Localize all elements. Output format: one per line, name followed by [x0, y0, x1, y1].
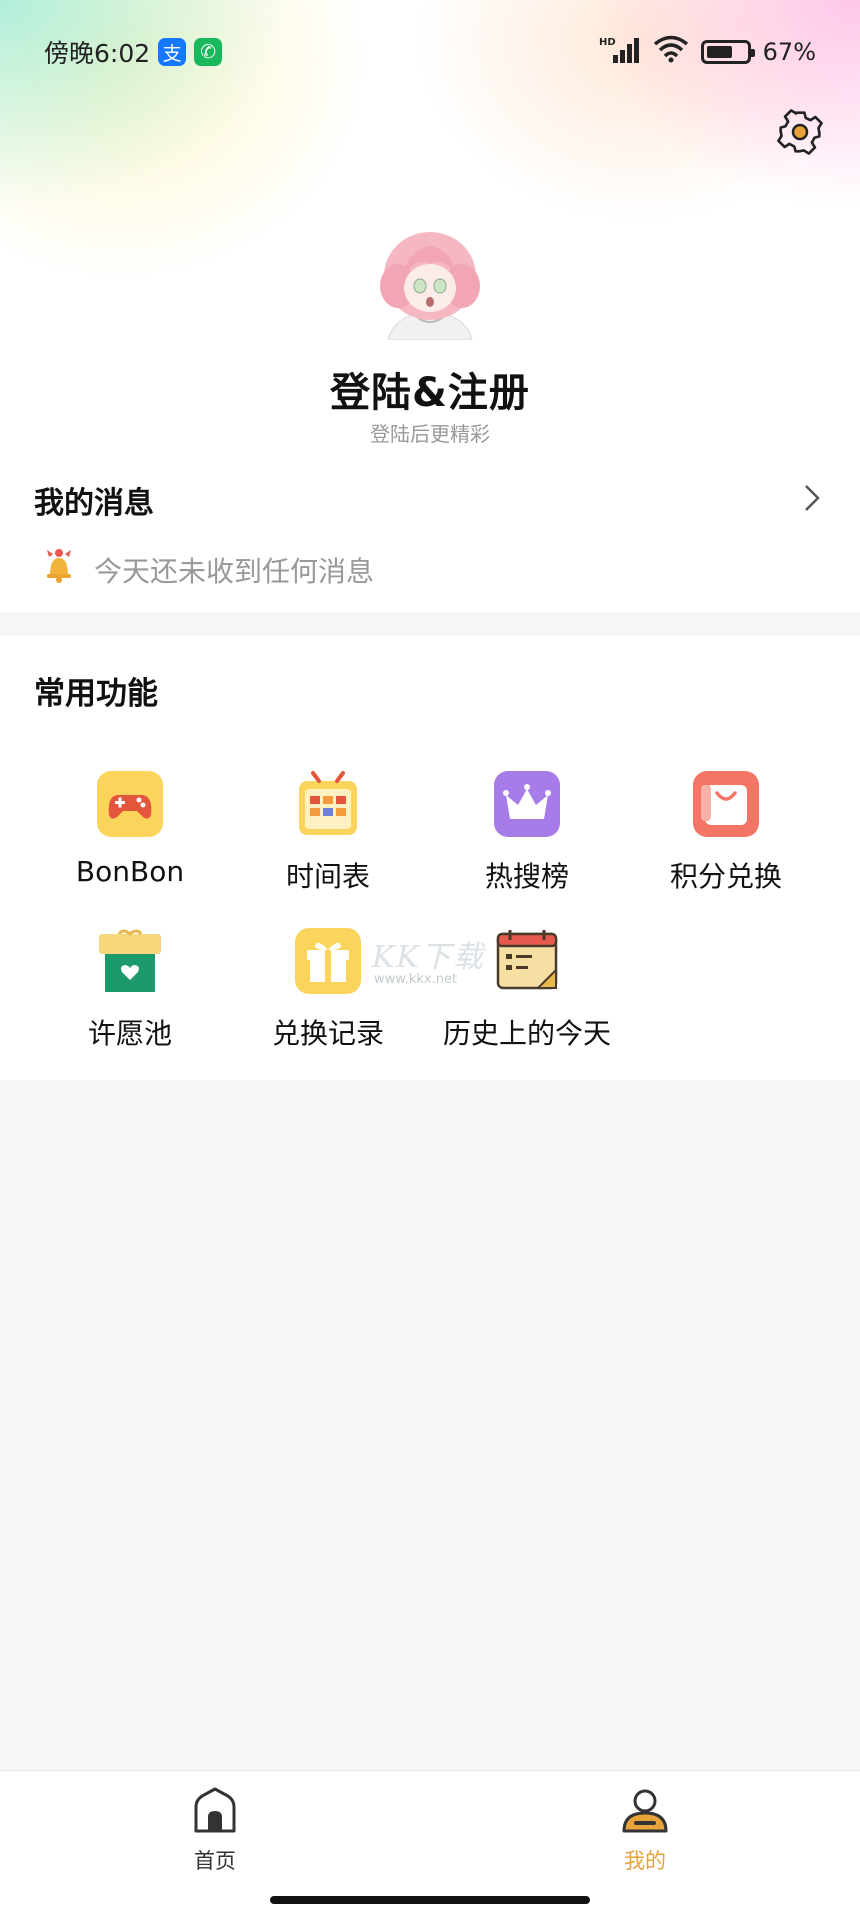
status-bar: 傍晚6:02 支 ✆ HD 67%: [44, 30, 816, 74]
gamepad-icon: [97, 771, 163, 837]
bottom-nav: 首页 我的: [0, 1770, 860, 1916]
avatar[interactable]: [374, 222, 486, 341]
wifi-icon: [653, 35, 689, 69]
battery-icon: [700, 40, 755, 64]
watermark-url: www.kkx.net: [374, 972, 458, 987]
common-functions-title: 常用功能: [34, 676, 158, 712]
gear-icon: [777, 109, 823, 155]
phone-icon: ✆: [194, 38, 223, 66]
nav-item-home[interactable]: 首页: [155, 1785, 275, 1875]
status-left: 傍晚6:02 支 ✆: [44, 34, 223, 70]
login-subtitle: 登陆后更精彩: [370, 422, 490, 446]
signal-icon: HD: [599, 35, 641, 69]
alipay-icon: 支: [158, 38, 187, 66]
profile-icon: [622, 1789, 668, 1833]
function-item-points-exchange[interactable]: 积分兑换: [626, 771, 826, 895]
battery-fill: [706, 46, 733, 58]
status-right: HD 67%: [599, 35, 816, 69]
function-item-bonbon[interactable]: BonBon: [30, 771, 230, 888]
login-register-title[interactable]: 登陆&注册: [0, 360, 860, 418]
function-label: 热搜榜: [484, 860, 569, 893]
message-empty-row: 今天还未收到任何消息: [44, 548, 374, 591]
function-label: BonBon: [75, 855, 185, 888]
function-item-wishing-pool[interactable]: 许愿池: [30, 928, 230, 1052]
nav-label-home: 首页: [194, 1849, 236, 1873]
history-calendar-icon: [496, 930, 558, 990]
function-item-schedule[interactable]: 时间表: [228, 771, 428, 895]
anime-girl-avatar-icon: [380, 232, 480, 341]
function-label: 许愿池: [87, 1017, 172, 1050]
my-messages-title[interactable]: 我的消息: [34, 478, 154, 522]
home-icon: [194, 1787, 236, 1833]
bell-icon: [44, 548, 74, 591]
function-label: 积分兑换: [669, 860, 782, 893]
clock: 傍晚6:02: [44, 39, 151, 68]
network-type: HD: [599, 37, 616, 48]
function-label: 兑换记录: [271, 1017, 384, 1050]
function-label: 时间表: [285, 860, 370, 893]
calendar-icon: [299, 771, 357, 835]
nav-label-mine: 我的: [624, 1849, 666, 1873]
nav-item-mine[interactable]: 我的: [585, 1785, 705, 1875]
gift-icon: [295, 928, 361, 994]
function-label: 历史上的今天: [442, 1017, 611, 1050]
common-functions-card: 常用功能 BonBon 时间表 热搜榜 积分兑换 许愿池 兑换记录 历史上的今天…: [0, 636, 860, 1080]
home-indicator[interactable]: [270, 1896, 590, 1904]
crown-icon: [494, 771, 560, 837]
wish-box-icon: [99, 929, 161, 992]
settings-button[interactable]: [774, 106, 826, 158]
shopping-bag-icon: [693, 771, 759, 837]
chevron-right-icon[interactable]: [800, 482, 824, 514]
watermark-logo: KK下载: [372, 940, 485, 975]
battery-percent: 67%: [762, 38, 816, 66]
function-item-hot-search[interactable]: 热搜榜: [427, 771, 627, 895]
message-empty-text: 今天还未收到任何消息: [94, 554, 375, 588]
